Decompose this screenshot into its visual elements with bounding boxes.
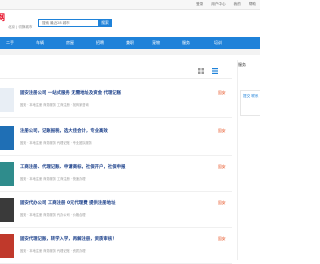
nav-item-jobs[interactable]: 招聘 (96, 37, 104, 49)
category-nav: 二手 车辆 房屋 招聘 兼职 宠物 服务 培训 (0, 37, 260, 49)
listing-thumbnail[interactable] (0, 234, 14, 258)
listing-title[interactable]: 工商注册、代理记账、申请商标，社保开户，社保申报 (20, 164, 125, 170)
listing-subtitle: 固安 · 本地注册 商务服务 工商注册 · 快速办理 (20, 177, 86, 181)
top-bar: 登录 用户中心 我的 帮助 (0, 0, 260, 10)
nav-item-training[interactable]: 培训 (214, 37, 222, 49)
listing-item[interactable]: 工商注册、代理记账、申请商标，社保开户，社保申报 固安 · 本地注册 商务服务 … (0, 158, 232, 192)
listing-item[interactable]: 固安代理记账，转学入学，再解注册，资质审核！ 固安 · 本地注册 商务服务 代理… (0, 230, 232, 264)
sidebar-contact-label: 提交 联系 (243, 94, 259, 98)
listing-title[interactable]: 固安代办公司 工商注册 0元代理费 提供注册地址 (20, 200, 115, 206)
top-link-login[interactable]: 登录 (196, 2, 203, 7)
sidebar-contact-box[interactable]: 提交 联系 (240, 90, 260, 116)
listing-location: 固安 (218, 90, 226, 95)
search-button[interactable]: 搜索 (98, 19, 112, 27)
search-input[interactable] (38, 19, 98, 27)
list-view-icon[interactable] (212, 68, 218, 74)
city-switcher[interactable]: 北京 | 切换城市 (8, 25, 32, 30)
listing-subtitle: 固安 · 本地注册 商务服务 代理记账 · 专业团队服务 (20, 141, 92, 145)
listing-location: 固安 (218, 236, 226, 241)
listing-title[interactable]: 固安代理记账，转学入学，再解注册，资质审核！ (20, 236, 117, 242)
grid-view-icon[interactable] (198, 68, 204, 74)
top-link-help[interactable]: 帮助 (249, 2, 256, 7)
site-logo[interactable]: 网 (0, 12, 5, 23)
nav-item-pets[interactable]: 宠物 (152, 37, 160, 49)
nav-item-services[interactable]: 服务 (182, 37, 190, 49)
top-links: 登录 用户中心 我的 帮助 (196, 2, 256, 7)
listing-subtitle: 固安 · 本地注册 商务服务 代理记账 · 资质办理 (20, 249, 86, 253)
listing-item[interactable]: 注册公司，记账报税，选大佳会计，专业高效 固安 · 本地注册 商务服务 代理记账… (0, 122, 232, 156)
listing-location: 固安 (218, 128, 226, 133)
listing-location: 固安 (218, 164, 226, 169)
nav-item-parttime[interactable]: 兼职 (126, 37, 134, 49)
listing-thumbnail[interactable] (0, 162, 14, 186)
top-link-mine[interactable]: 我的 (234, 2, 241, 7)
listing-thumbnail[interactable] (0, 88, 14, 112)
top-link-user-center[interactable]: 用户中心 (211, 2, 225, 7)
listing-title[interactable]: 固安注册公司 一站式服务 无需地址及资金 代理记账 (20, 90, 121, 96)
nav-item-secondhand[interactable]: 二手 (6, 37, 14, 49)
listing-location: 固安 (218, 200, 226, 205)
listing-thumbnail[interactable] (0, 126, 14, 150)
listing-item[interactable]: 固安注册公司 一站式服务 无需地址及资金 代理记账 固安 · 本地注册 商务服务… (0, 84, 232, 118)
sidebar-title: 服务 (238, 62, 246, 67)
listing-subtitle: 固安 · 本地注册 商务服务 代办公司 · 价格合理 (20, 213, 86, 217)
nav-item-housing[interactable]: 房屋 (66, 37, 74, 49)
listing-subtitle: 固安 · 本地注册 商务服务 工商注册 · 找商家咨询 (20, 103, 89, 107)
listing-title[interactable]: 注册公司，记账报税，选大佳会计，专业高效 (20, 128, 108, 134)
nav-item-vehicles[interactable]: 车辆 (36, 37, 44, 49)
listing-thumbnail[interactable] (0, 198, 14, 222)
listing-item[interactable]: 固安代办公司 工商注册 0元代理费 提供注册地址 固安 · 本地注册 商务服务 … (0, 194, 232, 228)
